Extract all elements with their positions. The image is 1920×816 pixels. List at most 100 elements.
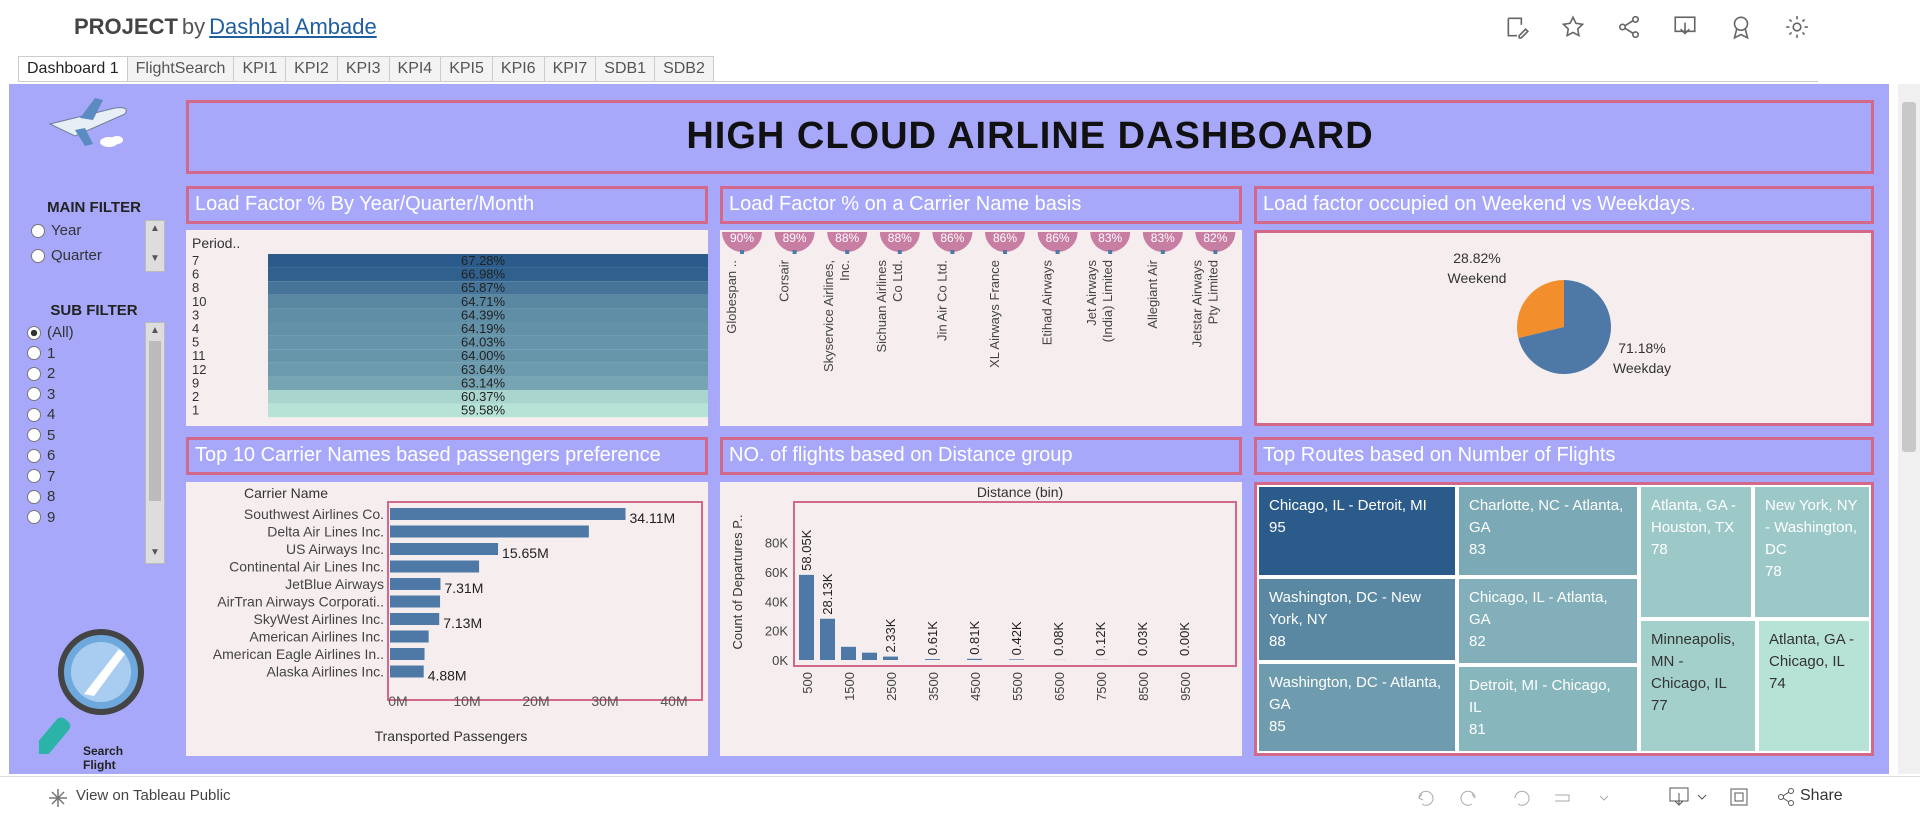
- sub-filter-option[interactable]: 8: [27, 488, 55, 505]
- carrier-lf-value: 83%: [1151, 231, 1175, 245]
- sub-filter-scrollbar[interactable]: ▲ ▼: [145, 322, 165, 564]
- x-tick-label: 0M: [388, 693, 407, 709]
- route-name: New York, NY - Washington, DC: [1765, 497, 1858, 558]
- page-scrollbar[interactable]: [1898, 84, 1920, 774]
- star-icon[interactable]: [1560, 14, 1586, 40]
- carrier-name-label: American Eagle Airlines In..: [213, 646, 384, 662]
- radio-label: 7: [47, 467, 56, 485]
- sub-filter-option[interactable]: 7: [27, 468, 55, 485]
- award-icon[interactable]: [1728, 14, 1754, 40]
- sub-filter-option[interactable]: 3: [27, 386, 55, 403]
- x-tick-label: 500: [800, 672, 815, 694]
- tab-kpi2[interactable]: KPI2: [285, 56, 338, 81]
- tab-kpi6[interactable]: KPI6: [491, 56, 545, 81]
- share-icon[interactable]: [1616, 14, 1642, 40]
- tab-kpi4[interactable]: KPI4: [388, 56, 442, 81]
- main-filter-title: MAIN FILTER: [47, 199, 141, 216]
- radio-icon[interactable]: [27, 489, 41, 504]
- radio-icon[interactable]: [27, 387, 41, 401]
- carrier-name-label: Delta Air Lines Inc.: [267, 524, 384, 540]
- project-title: PROJECT: [74, 14, 178, 39]
- route-value: 78: [1765, 563, 1782, 580]
- radio-icon[interactable]: [27, 469, 41, 483]
- radio-icon[interactable]: [27, 346, 41, 360]
- carrier-lf-label: Corsair: [777, 259, 792, 302]
- route-value: 77: [1651, 697, 1668, 714]
- route-name: Chicago, IL - Atlanta, GA: [1469, 589, 1608, 628]
- route-value: 85: [1269, 718, 1286, 735]
- route-value: 95: [1269, 519, 1286, 536]
- gear-icon[interactable]: [1784, 14, 1810, 40]
- top-carriers-chart: Carrier Name Southwest Airlines Co. 34.11M…: [213, 485, 703, 744]
- download-icon[interactable]: [1668, 786, 1712, 808]
- carrier-passenger-bar: [390, 648, 425, 660]
- carrier-lf-label: Etihad Airways: [1040, 260, 1055, 346]
- undo-redo-revert-icons[interactable]: [1415, 787, 1625, 809]
- radio-icon[interactable]: [31, 223, 45, 238]
- x-tick-label: 30M: [591, 693, 618, 709]
- radio-icon[interactable]: [31, 248, 45, 263]
- sub-filter-option[interactable]: 9: [27, 509, 55, 526]
- carrier-header: Carrier Name: [244, 485, 328, 501]
- pie-category-label: Weekend: [1448, 270, 1507, 286]
- radio-label: 4: [47, 406, 56, 423]
- share-button[interactable]: Share: [1800, 787, 1843, 805]
- author-link[interactable]: Dashbal Ambade: [209, 14, 377, 39]
- radio-icon[interactable]: [27, 448, 41, 463]
- distance-panel: Distance (bin) Count of Departures P.. 0K 2…: [720, 482, 1242, 756]
- chart-title: Distance (bin): [977, 484, 1063, 500]
- sub-filter-option[interactable]: 2: [27, 365, 55, 382]
- sub-filter-option[interactable]: 5: [27, 427, 55, 444]
- tab-flightsearch[interactable]: FlightSearch: [126, 56, 235, 81]
- radio-icon[interactable]: [27, 510, 41, 524]
- radio-label: 1: [47, 344, 56, 362]
- share-icon[interactable]: [1776, 787, 1796, 807]
- tab-sdb1[interactable]: SDB1: [595, 56, 656, 81]
- carrier-lf-value: 86%: [940, 231, 964, 245]
- carrier-lf-label: XL Airways France: [987, 260, 1002, 368]
- tab-kpi1[interactable]: KPI1: [233, 56, 287, 81]
- route-name: Charlotte, NC - Atlanta, GA: [1469, 497, 1624, 536]
- fullscreen-icon[interactable]: [1728, 786, 1750, 808]
- y-tick-label: 80K: [765, 536, 788, 551]
- carrier-lf-bar: [1160, 250, 1165, 254]
- carrier-chart-panel: 90% Globespan .. 89% Corsair 88% Skyservice A…: [720, 230, 1242, 426]
- radio-icon[interactable]: [27, 428, 41, 442]
- carrier-lf-bar: [1108, 250, 1113, 254]
- radio-icon[interactable]: [27, 407, 41, 422]
- carrier-lf-bar: [1055, 250, 1060, 254]
- treemap-cell: Minneapolis, MN - Chicago, IL 77: [1639, 619, 1757, 753]
- tab-kpi3[interactable]: KPI3: [336, 56, 390, 81]
- sub-filter-option[interactable]: 4: [27, 406, 55, 423]
- main-filter-scrollbar[interactable]: ▲ ▼: [145, 220, 165, 272]
- sub-filter-option[interactable]: (All): [27, 324, 74, 341]
- carrier-name-label: SkyWest Airlines Inc.: [254, 611, 384, 627]
- tab-kpi7[interactable]: KPI7: [543, 56, 597, 81]
- carrier-lf-bar: [1003, 250, 1007, 254]
- view-on-tableau-link[interactable]: View on Tableau Public: [76, 787, 231, 804]
- carrier-lf-label: Skyservice Airlines,: [821, 260, 836, 372]
- tab-dashboard-1[interactable]: Dashboard 1: [18, 56, 128, 81]
- radio-icon[interactable]: [27, 325, 41, 340]
- x-tick-label: 8500: [1136, 672, 1151, 701]
- tab-sdb2[interactable]: SDB2: [654, 56, 714, 81]
- passenger-value-label: 7.13M: [443, 615, 482, 631]
- route-value: 81: [1469, 721, 1486, 738]
- bottom-bar: View on Tableau Public Share: [0, 776, 1920, 816]
- search-flight-label: Search Flight: [83, 744, 124, 772]
- x-tick-label: 7500: [1094, 672, 1109, 701]
- carrier-lf-value: 90%: [730, 231, 754, 245]
- carrier-name-label: Alaska Airlines Inc.: [267, 664, 385, 680]
- download-icon[interactable]: [1672, 14, 1698, 40]
- main-filter-quarter[interactable]: Quarter: [31, 247, 102, 264]
- search-flight-button[interactable]: Search Flight: [34, 624, 149, 772]
- main-filter-year[interactable]: Year: [31, 222, 81, 239]
- carrier-lf-label: Allegiant Air: [1145, 259, 1160, 328]
- tab-kpi5[interactable]: KPI5: [440, 56, 493, 81]
- scroll-thumb[interactable]: [1902, 102, 1916, 452]
- sub-filter-option[interactable]: 1: [27, 345, 55, 362]
- edit-icon[interactable]: [1504, 14, 1530, 40]
- radio-icon[interactable]: [27, 366, 41, 381]
- x-tick-label: 6500: [1052, 672, 1067, 701]
- sub-filter-option[interactable]: 6: [27, 447, 55, 464]
